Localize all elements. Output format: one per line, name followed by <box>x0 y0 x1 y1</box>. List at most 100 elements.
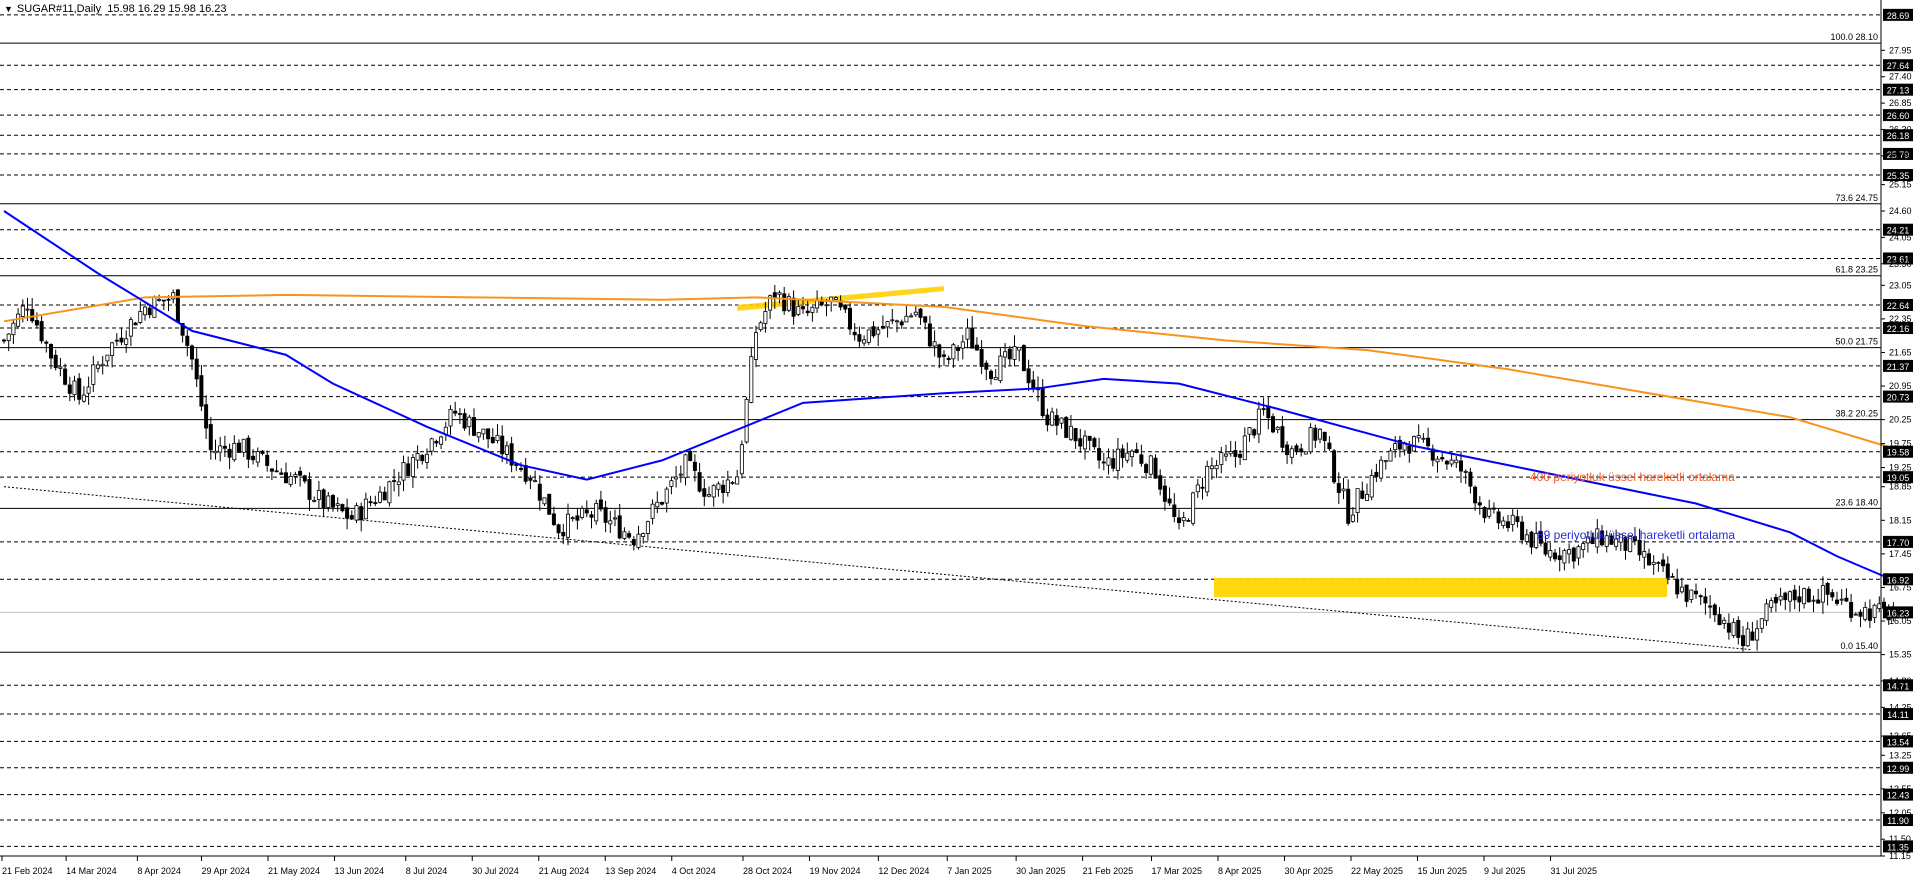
candle-body <box>1477 502 1482 506</box>
price-level-label: 27.13 <box>1887 86 1910 96</box>
candle-body <box>1332 450 1337 483</box>
candle-body <box>1092 438 1097 448</box>
candle-body <box>1350 514 1355 522</box>
x-tick-label: 29 Apr 2024 <box>202 866 251 876</box>
candle-body <box>866 329 871 343</box>
candle-body <box>1322 431 1327 441</box>
candle-body <box>486 428 491 440</box>
candle-body <box>1468 471 1473 487</box>
candle-body <box>1393 443 1398 451</box>
candle-body <box>580 508 585 518</box>
candle-body <box>1553 552 1558 560</box>
candle-body <box>293 474 298 477</box>
y-tick-label: 12.55 <box>1889 784 1912 794</box>
candle-body <box>91 364 96 385</box>
candle-body <box>1238 453 1243 458</box>
x-tick-label: 7 Jan 2025 <box>947 866 992 876</box>
price-level-label: 22.16 <box>1887 324 1910 334</box>
candle-body <box>608 520 613 525</box>
candle-body <box>1125 452 1130 461</box>
candle-body <box>1726 622 1731 633</box>
candle-body <box>575 515 580 521</box>
candle-body <box>1346 488 1351 524</box>
candle-body <box>871 326 876 337</box>
candle-body <box>749 356 754 403</box>
y-tick-label: 14.80 <box>1889 676 1912 686</box>
candle-body <box>114 339 119 342</box>
candle-body <box>1736 619 1741 638</box>
candle-body <box>1816 599 1821 604</box>
candle-body <box>142 306 147 316</box>
candle-body <box>1388 450 1393 462</box>
candle-body <box>566 513 571 538</box>
fibonacci-label: 0.0 15.40 <box>1840 641 1878 651</box>
price-level-label: 12.99 <box>1887 764 1910 774</box>
fibonacci-label: 38.2 20.25 <box>1835 409 1878 419</box>
candle-body <box>763 311 768 324</box>
candle-body <box>2 339 7 342</box>
x-tick-label: 4 Oct 2024 <box>672 866 716 876</box>
candle-body <box>1412 436 1417 452</box>
candle-body <box>1670 575 1675 578</box>
y-tick-label: 27.40 <box>1889 72 1912 82</box>
candle-body <box>1299 448 1304 453</box>
candle-body <box>946 357 951 360</box>
collapse-triangle-icon[interactable]: ▼ <box>4 4 13 14</box>
candle-body <box>744 399 749 443</box>
candle-body <box>603 507 608 523</box>
candle-body <box>1087 435 1092 441</box>
y-tick-label: 26.30 <box>1889 124 1912 134</box>
candle-body <box>1567 549 1572 555</box>
candle-body <box>373 502 378 504</box>
candle-body <box>974 344 979 351</box>
candle-body <box>401 462 406 481</box>
candle-body <box>25 308 30 311</box>
candle-body <box>1134 449 1139 453</box>
candle-body <box>1003 351 1008 358</box>
candle-body <box>1040 387 1045 417</box>
candle-body <box>1515 516 1520 523</box>
candle-body <box>1219 452 1224 466</box>
candle-body <box>1647 553 1652 566</box>
candle-body <box>932 341 937 347</box>
candle-body <box>119 337 124 343</box>
y-tick-label: 26.85 <box>1889 98 1912 108</box>
candle-body <box>1252 429 1257 436</box>
x-tick-label: 28 Oct 2024 <box>743 866 792 876</box>
candle-body <box>1501 520 1506 526</box>
candle-body <box>1285 444 1290 456</box>
candle-body <box>147 307 152 316</box>
candle-body <box>1313 427 1318 441</box>
candle-body <box>956 347 961 351</box>
candle-body <box>434 440 439 444</box>
candle-body <box>1186 520 1191 522</box>
candle-body <box>1050 411 1055 426</box>
candle-body <box>857 334 862 342</box>
candle-body <box>448 408 453 427</box>
candle-body <box>72 380 77 396</box>
candle-body <box>274 470 279 473</box>
symbol-label: SUGAR#11,Daily <box>16 3 102 15</box>
candle-body <box>279 472 284 475</box>
y-tick-label: 11.50 <box>1889 834 1911 844</box>
candle-body <box>927 323 932 347</box>
candle-body <box>392 480 397 482</box>
candle-body <box>570 517 575 520</box>
price-chart[interactable]: 100.0 28.10 73.6 24.75 61.8 23.25 50.0 21.7… <box>0 0 1916 888</box>
candle-body <box>194 358 199 380</box>
candle-body <box>970 327 975 349</box>
candle-body <box>801 306 806 310</box>
candle-body <box>218 445 223 453</box>
candle-body <box>387 481 392 504</box>
candle-body <box>490 436 495 444</box>
y-tick-label: 17.45 <box>1889 549 1912 559</box>
x-tick-label: 31 Jul 2025 <box>1551 866 1598 876</box>
candle-body <box>984 362 989 370</box>
candle-body <box>1416 435 1421 439</box>
candle-body <box>664 488 669 504</box>
candle-body <box>1581 543 1586 550</box>
candle-body <box>833 297 838 300</box>
chart-window[interactable]: ▼ SUGAR#11,Daily 15.98 16.29 15.98 16.23 … <box>0 0 1916 888</box>
y-tick-label: 24.60 <box>1889 206 1912 216</box>
candle-body <box>1233 450 1238 457</box>
